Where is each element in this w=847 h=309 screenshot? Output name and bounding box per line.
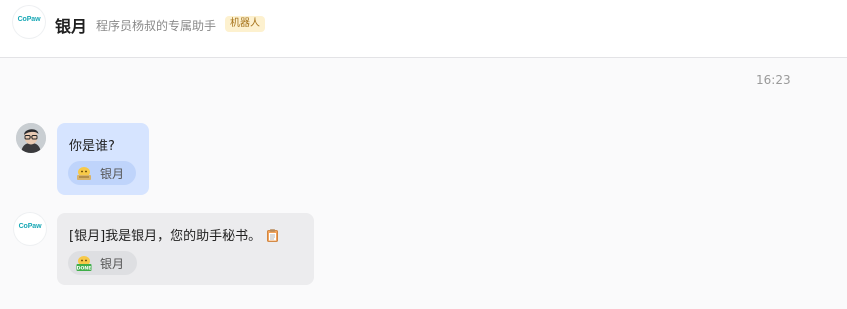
bot-message-text: [银月]我是银月，您的助手秘书。 [69, 229, 262, 244]
bot-badge: 机器人 [225, 16, 265, 32]
done-emoji-icon: DONE [76, 255, 92, 271]
reaction-label: 银月 [100, 166, 125, 181]
user-message-bubble[interactable]: 你是谁? 银月 [57, 123, 149, 195]
chat-subtitle: 程序员杨叔的专属助手 [96, 19, 217, 33]
typing-emoji-icon [77, 167, 91, 180]
bot-message-line: [银月]我是银月，您的助手秘书。 [69, 225, 279, 244]
reaction-label: 银月 [100, 256, 125, 271]
logo-text: CoPaw [17, 16, 41, 23]
copaw-logo: CoPaw [13, 6, 45, 38]
user-message-text: 你是谁? [69, 139, 115, 154]
chat-title: 银月 [55, 17, 88, 36]
message-timestamp: 16:23 [756, 73, 791, 87]
user-avatar[interactable] [16, 123, 46, 153]
user-message-reaction[interactable]: 银月 [68, 161, 136, 185]
bot-message-reaction[interactable]: DONE 银月 [68, 251, 137, 275]
clipboard-icon [267, 229, 279, 242]
svg-text:DONE: DONE [77, 265, 92, 271]
bot-avatar[interactable]: CoPaw [14, 213, 46, 245]
bot-avatar-text: CoPaw [18, 223, 42, 230]
bot-message-bubble[interactable]: [银月]我是银月，您的助手秘书。 DONE 银月 [57, 213, 314, 285]
chat-header: CoPaw 银月 程序员杨叔的专属助手 机器人 [0, 0, 847, 58]
